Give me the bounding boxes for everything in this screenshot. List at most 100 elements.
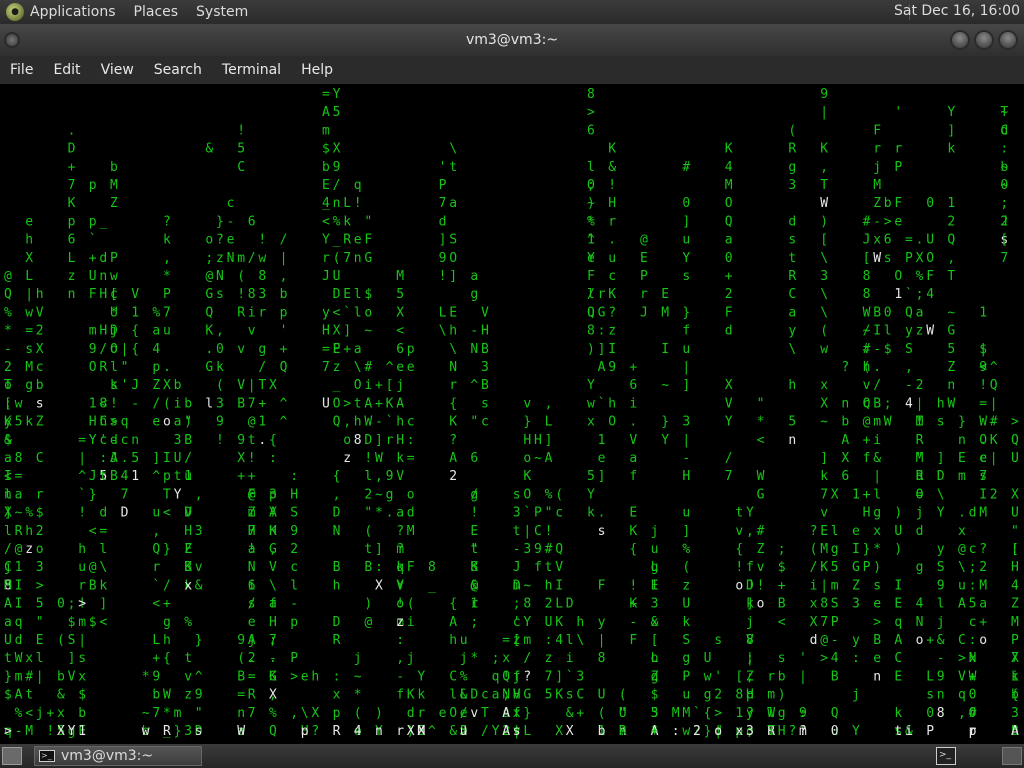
matrix-char: 0: [725, 251, 733, 266]
matrix-char: P: [682, 669, 690, 684]
clock[interactable]: Sat Dec 16, 16:00: [894, 3, 1020, 19]
minimize-button[interactable]: [950, 30, 970, 50]
matrix-char: v: [195, 560, 203, 575]
matrix-char: ]: [937, 451, 945, 466]
matrix-char: f: [746, 560, 754, 575]
matrix-char: o: [523, 451, 531, 466]
matrix-char: U: [894, 524, 902, 539]
matrix-char: 3: [184, 724, 192, 739]
matrix-char: .: [916, 233, 924, 248]
matrix-char: #: [364, 360, 372, 375]
matrix-char: k: [343, 214, 351, 229]
matrix-char: ~: [15, 506, 23, 521]
matrix-char: D: [937, 469, 945, 484]
matrix-char: +: [68, 160, 76, 175]
matrix-char: {: [704, 706, 712, 721]
menu-terminal[interactable]: Terminal: [222, 62, 281, 78]
matrix-char: >: [873, 615, 881, 630]
matrix-char: l: [831, 524, 839, 539]
matrix-char: F: [873, 123, 881, 138]
matrix-char: 8: [587, 324, 595, 339]
matrix-char: 8: [248, 287, 256, 302]
window-titlebar[interactable]: vm3@vm3:~: [0, 24, 1024, 56]
matrix-char: 9: [439, 251, 447, 266]
matrix-char: k: [25, 415, 33, 430]
matrix-char: J: [640, 305, 648, 320]
taskbar-task-button[interactable]: >_ vm3@vm3:~: [34, 746, 202, 766]
menu-file[interactable]: File: [10, 62, 33, 78]
matrix-char: w: [25, 305, 33, 320]
matrix-char: -: [682, 451, 690, 466]
matrix-char: 8: [863, 269, 871, 284]
matrix-char: l: [587, 160, 595, 175]
matrix-char: c: [121, 433, 129, 448]
matrix-char: (: [364, 524, 372, 539]
matrix-char: e: [301, 669, 309, 684]
terminal-output[interactable]: @ Q% * -2 T: K & a < n] j 8 o[y $ Il Xl / C M Aa Ut} $ q > w 5 8 = a…: [0, 84, 1024, 744]
matrix-char: Q: [333, 415, 341, 430]
matrix-char: n: [68, 287, 76, 302]
matrix-char: /: [481, 724, 489, 739]
matrix-char: |: [916, 396, 924, 411]
top-panel: ● Applications Places System Sat Dec 16,…: [0, 0, 1024, 24]
applications-menu[interactable]: Applications: [30, 4, 116, 20]
matrix-char: t: [99, 469, 107, 484]
matrix-char: e: [439, 706, 447, 721]
matrix-char: `: [523, 506, 531, 521]
matrix-head-char: w: [142, 724, 150, 739]
matrix-head-char: R: [163, 724, 171, 739]
matrix-char: ,: [343, 415, 351, 430]
matrix-head-char: s: [598, 524, 606, 539]
matrix-char: &: [937, 633, 945, 648]
matrix-head-char: 8: [354, 433, 362, 448]
matrix-char: ]: [682, 214, 690, 229]
matrix-char: s: [481, 396, 489, 411]
terminal-icon[interactable]: >_: [936, 747, 956, 765]
matrix-char: K: [407, 688, 415, 703]
show-desktop-button[interactable]: [2, 747, 22, 765]
matrix-char: 5: [333, 105, 341, 120]
close-button[interactable]: [998, 30, 1018, 50]
matrix-char: p: [269, 487, 277, 502]
matrix-char: ): [587, 342, 595, 357]
matrix-char: B: [333, 560, 341, 575]
matrix-char: C: [99, 415, 107, 430]
matrix-char: !: [608, 178, 616, 193]
matrix-char: k: [163, 233, 171, 248]
matrix-char: }: [682, 305, 690, 320]
matrix-char: A: [269, 506, 277, 521]
matrix-char: /: [523, 651, 531, 666]
matrix-char: h: [25, 233, 33, 248]
menu-view[interactable]: View: [101, 62, 134, 78]
matrix-char: X: [1011, 487, 1019, 502]
system-menu[interactable]: System: [196, 4, 248, 20]
matrix-char: h: [78, 542, 86, 557]
matrix-char: 4: [1011, 578, 1019, 593]
places-menu[interactable]: Places: [134, 4, 179, 20]
menu-edit[interactable]: Edit: [53, 62, 80, 78]
menu-search[interactable]: Search: [154, 62, 202, 78]
matrix-char: H: [523, 433, 531, 448]
matrix-char: ;: [916, 287, 924, 302]
matrix-char: Y: [937, 506, 945, 521]
matrix-char: Y: [89, 433, 97, 448]
menu-help[interactable]: Help: [301, 62, 333, 78]
matrix-char: v: [735, 524, 743, 539]
maximize-button[interactable]: [974, 30, 994, 50]
matrix-char: M: [661, 305, 669, 320]
matrix-char: ^: [152, 469, 160, 484]
matrix-char: *: [4, 324, 12, 339]
matrix-char: I: [555, 578, 563, 593]
workspace-switcher[interactable]: [1002, 747, 1022, 765]
window-title: vm3@vm3:~: [465, 32, 559, 48]
matrix-char: B: [237, 396, 245, 411]
matrix-char: !: [979, 378, 987, 393]
matrix-char: H: [269, 615, 277, 630]
matrix-char: >: [884, 214, 892, 229]
matrix-char: s: [884, 251, 892, 266]
gnome-foot-icon[interactable]: ●: [6, 3, 24, 21]
matrix-char: 0: [926, 196, 934, 211]
matrix-char: X: [163, 378, 171, 393]
matrix-char: ": [184, 415, 192, 430]
matrix-char: p: [152, 360, 160, 375]
